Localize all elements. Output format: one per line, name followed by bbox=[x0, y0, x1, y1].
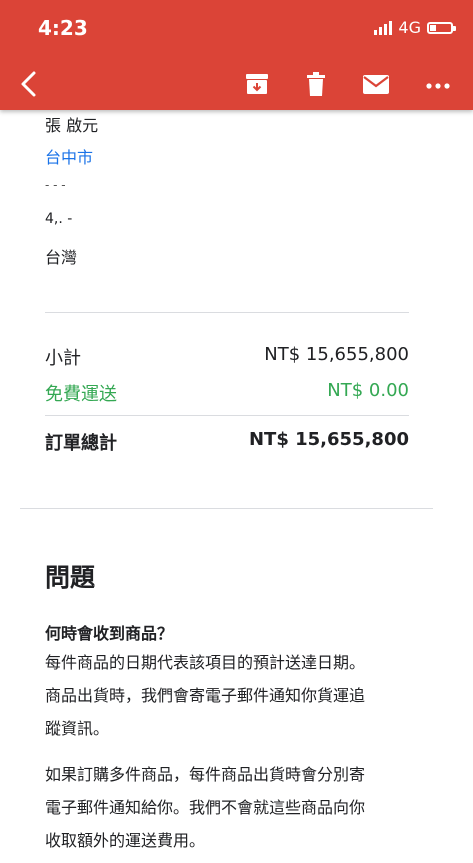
faq-answer-2: 如果訂購多件商品，每件商品出貨時會分別寄 電子郵件通知給你。我們不會就這些商品向… bbox=[45, 758, 425, 857]
total-label: 訂單總計 bbox=[45, 433, 117, 454]
answer-line: 蹤資訊。 bbox=[45, 719, 110, 738]
answer-line: 電子郵件通知給你。我們不會就這些商品向你 bbox=[45, 798, 366, 817]
city-text: 台中市 bbox=[45, 148, 94, 167]
address-country: 台灣 bbox=[45, 248, 78, 267]
network-type: 4G bbox=[398, 18, 421, 37]
address-city-link[interactable]: 台中市 bbox=[45, 144, 93, 168]
app-bar: 4:23 4G bbox=[0, 0, 473, 110]
section-divider bbox=[20, 508, 433, 509]
archive-icon[interactable] bbox=[241, 68, 273, 100]
total-row: 訂單總計 NT$ 15,655,800 bbox=[45, 429, 409, 455]
faq-title: 問題 bbox=[45, 563, 96, 592]
shipping-label: 免費運送 bbox=[45, 384, 117, 405]
battery-icon bbox=[427, 21, 456, 34]
shipping-value: NT$ 0.00 bbox=[327, 380, 409, 401]
faq-answer-1: 每件商品的日期代表該項目的預計送達日期。 商品出貨時，我們會寄電子郵件通知你貨運… bbox=[45, 646, 425, 745]
divider bbox=[45, 415, 409, 416]
total-value: NT$ 15,655,800 bbox=[248, 429, 409, 450]
status-time: 4:23 bbox=[38, 16, 88, 40]
back-arrow-icon[interactable] bbox=[14, 68, 46, 100]
recipient-name: 張 啟元 bbox=[45, 116, 99, 135]
mail-icon[interactable] bbox=[360, 68, 392, 100]
trash-icon[interactable] bbox=[300, 68, 332, 100]
subtotal-label: 小計 bbox=[45, 348, 81, 369]
faq-question: 何時會收到商品？ bbox=[45, 624, 174, 643]
subtotal-value: NT$ 15,655,800 bbox=[264, 344, 409, 365]
toolbar bbox=[0, 62, 473, 106]
subtotal-row: 小計 NT$ 15,655,800 bbox=[45, 344, 409, 370]
answer-line: 每件商品的日期代表該項目的預計送達日期。 bbox=[45, 653, 366, 672]
divider bbox=[45, 312, 409, 313]
more-icon[interactable] bbox=[422, 68, 454, 100]
address-line-obscured: - - - bbox=[45, 178, 66, 192]
shipping-row: 免費運送 NT$ 0.00 bbox=[45, 380, 409, 406]
answer-line: 商品出貨時，我們會寄電子郵件通知你貨運追 bbox=[45, 686, 366, 705]
address-postal-obscured: 4,. - bbox=[45, 211, 73, 227]
answer-line: 如果訂購多件商品，每件商品出貨時會分別寄 bbox=[45, 765, 366, 784]
answer-line: 收取額外的運送費用。 bbox=[45, 831, 206, 850]
status-indicators: 4G bbox=[374, 18, 456, 37]
signal-icon bbox=[374, 20, 393, 35]
